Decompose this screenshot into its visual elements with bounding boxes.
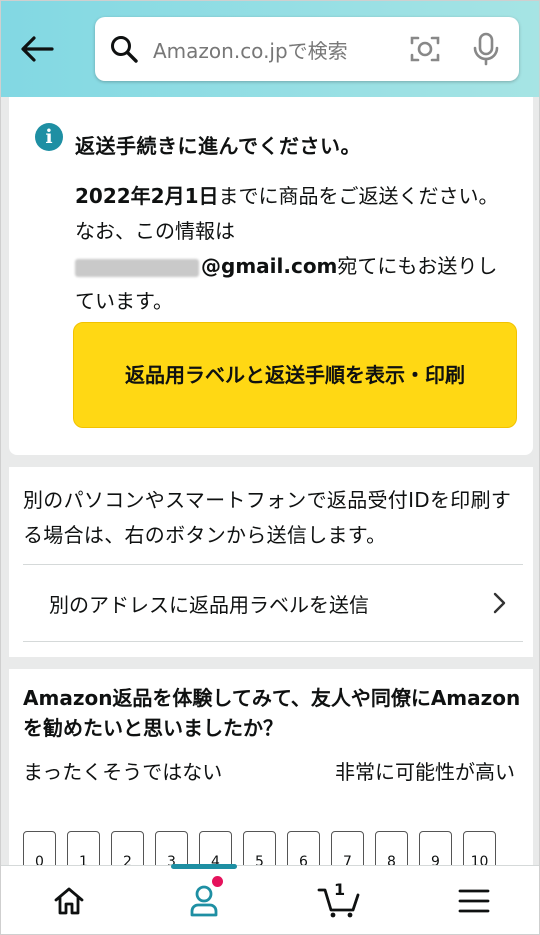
notice-body: 2022年2月1日までに商品をご返送ください。なお、この情報は @gmail.c… <box>75 179 515 319</box>
notice-title: 返送手続きに進んでください。 <box>75 134 361 158</box>
rating-option-5[interactable]: 5 <box>243 831 276 865</box>
nav-cart[interactable]: 1 <box>271 866 406 934</box>
rating-option-9[interactable]: 9 <box>419 831 452 865</box>
rating-option-2[interactable]: 2 <box>111 831 144 865</box>
microphone-icon[interactable] <box>471 32 501 66</box>
chevron-right-icon <box>493 592 506 614</box>
search-bar[interactable]: Amazon.co.jpで検索 <box>95 17 519 81</box>
redacted-email-user <box>75 258 199 277</box>
alternate-send-description: 別のパソコンやスマートフォンで返品受付IDを印刷する場合は、右のボタンから送信し… <box>23 488 512 547</box>
info-icon: i <box>35 123 63 151</box>
survey-card: Amazon返品を体験してみて、友人や同僚にAmazonを勧めたいと思いましたか… <box>9 669 533 865</box>
return-deadline: 2022年2月1日 <box>75 184 219 208</box>
app-frame: Amazon.co.jpで検索 i 返送手続きに進んでください。 2022年2月… <box>0 0 540 935</box>
cart-count-badge: 1 <box>334 880 346 899</box>
nav-account[interactable] <box>136 864 271 934</box>
account-icon <box>190 885 217 917</box>
bottom-nav: 1 <box>1 864 539 934</box>
rating-option-3[interactable]: 3 <box>155 831 188 865</box>
scale-low-label: まったくそうではない <box>23 760 223 784</box>
alternate-send-card: 別のパソコンやスマートフォンで返品受付IDを印刷する場合は、右のボタンから送信し… <box>9 467 533 657</box>
nav-menu[interactable] <box>406 866 539 934</box>
rating-option-4[interactable]: 4 <box>199 831 232 865</box>
return-notice-card: i 返送手続きに進んでください。 2022年2月1日までに商品をご返送ください。… <box>9 97 533 455</box>
search-input[interactable]: Amazon.co.jpで検索 <box>153 35 409 64</box>
search-icon <box>111 36 138 63</box>
divider <box>23 641 523 642</box>
send-label-link-text: 別のアドレスに返品用ラベルを送信 <box>49 592 369 617</box>
scale-high-label: 非常に可能性が高い <box>335 760 515 784</box>
header-bar: Amazon.co.jpで検索 <box>1 1 539 97</box>
show-print-label-button[interactable]: 返品用ラベルと返送手順を表示・印刷 <box>73 322 517 428</box>
survey-question: Amazon返品を体験してみて、友人や同僚にAmazonを勧めたいと思いましたか… <box>23 686 521 740</box>
rating-scale: 0 1 2 3 4 5 6 7 8 9 10 <box>23 831 496 865</box>
rating-option-7[interactable]: 7 <box>331 831 364 865</box>
email-domain: @gmail.com <box>201 254 338 278</box>
camera-icon[interactable] <box>409 33 441 65</box>
notification-dot <box>212 876 223 887</box>
rating-option-1[interactable]: 1 <box>67 831 100 865</box>
nav-home[interactable] <box>1 866 136 934</box>
active-tab-indicator <box>170 864 237 869</box>
rating-option-8[interactable]: 8 <box>375 831 408 865</box>
hamburger-menu-icon <box>458 889 489 913</box>
rating-option-6[interactable]: 6 <box>287 831 320 865</box>
home-icon <box>54 887 83 915</box>
send-label-to-other-address-link[interactable]: 別のアドレスに返品用ラベルを送信 <box>23 565 523 641</box>
back-arrow-icon[interactable] <box>19 31 55 67</box>
rating-option-10[interactable]: 10 <box>463 831 496 865</box>
rating-option-0[interactable]: 0 <box>23 831 56 865</box>
